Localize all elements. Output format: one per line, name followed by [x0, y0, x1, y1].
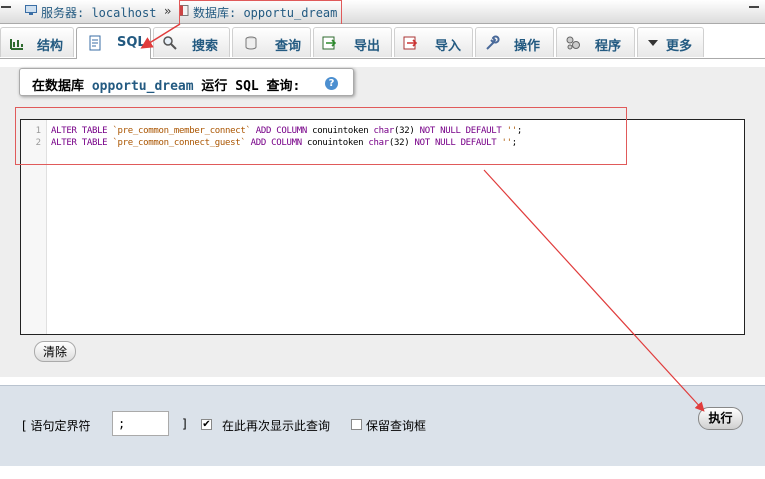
routines-icon — [566, 36, 580, 50]
tab-label: 查询 — [275, 39, 302, 54]
tab-label: 搜索 — [192, 39, 219, 54]
server-icon — [25, 5, 37, 15]
show-again-checkbox[interactable]: ✔ — [201, 419, 212, 430]
sql-icon — [89, 35, 101, 51]
page-footer — [0, 470, 765, 479]
tab-more[interactable]: 更多 — [637, 27, 704, 57]
tab-search[interactable]: 搜索 — [153, 27, 230, 57]
tab-operations[interactable]: 操作 — [475, 27, 554, 57]
tab-label: 导入 — [435, 39, 462, 54]
execute-button[interactable]: 执行 — [698, 407, 743, 430]
wrench-icon — [486, 35, 500, 50]
tab-label: 更多 — [666, 39, 693, 54]
annotation-box-database — [179, 0, 342, 25]
retain-query-label: 保留查询框 — [366, 419, 427, 433]
query-icon — [245, 36, 257, 50]
tab-structure[interactable]: 结构 — [0, 27, 74, 57]
query-header-suffix: 运行 SQL 查询: — [201, 79, 301, 94]
tab-label: 操作 — [514, 39, 541, 54]
tab-bar: 结构 SQL 搜索 查询 导出 导入 操作 程序 更多 — [0, 24, 765, 59]
tab-routines[interactable]: 程序 — [556, 27, 635, 57]
import-icon — [403, 36, 418, 50]
delimiter-label: [ 语句定界符 — [22, 419, 91, 433]
clear-button[interactable]: 清除 — [34, 341, 76, 362]
delimiter-close: ] — [182, 417, 187, 431]
collapse-icon[interactable] — [749, 6, 759, 8]
tab-query[interactable]: 查询 — [232, 27, 311, 57]
tab-import[interactable]: 导入 — [394, 27, 473, 57]
query-header-text: 在数据库 opportu_dream 运行 SQL 查询: — [32, 75, 300, 94]
query-header-database[interactable]: opportu_dream — [92, 79, 194, 94]
structure-icon — [10, 39, 23, 50]
tab-export[interactable]: 导出 — [313, 27, 392, 57]
help-icon[interactable]: ? — [325, 77, 338, 90]
annotation-box-sql — [15, 107, 627, 165]
export-icon — [322, 36, 337, 50]
show-again-label: 在此再次显示此查询 — [222, 419, 331, 433]
back-arrow-icon[interactable] — [1, 6, 11, 8]
breadcrumb-server[interactable]: 服务器: localhost — [41, 4, 156, 21]
query-header: 在数据库 opportu_dream 运行 SQL 查询: ? — [19, 68, 354, 96]
tab-label: 导出 — [354, 39, 381, 54]
chevron-down-icon — [648, 40, 658, 46]
breadcrumb-separator: » — [164, 4, 172, 18]
breadcrumb: 服务器: localhost » 数据库: opportu_dream — [0, 0, 765, 24]
delimiter-input[interactable] — [112, 411, 169, 436]
tab-label: SQL — [117, 35, 146, 50]
search-icon — [163, 36, 177, 50]
query-header-prefix: 在数据库 — [32, 79, 85, 94]
retain-query-checkbox[interactable] — [351, 419, 362, 430]
tab-label: 程序 — [595, 39, 622, 54]
tab-label: 结构 — [37, 39, 64, 54]
tab-sql[interactable]: SQL — [76, 27, 151, 59]
